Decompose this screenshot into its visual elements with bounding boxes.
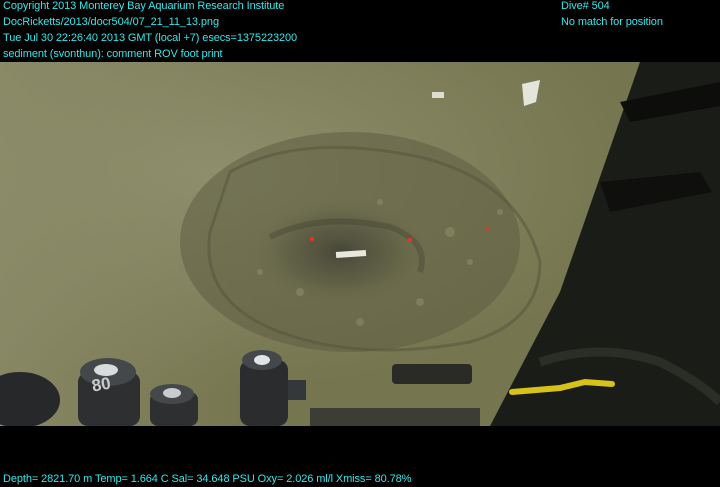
position-status: No match for position (561, 16, 663, 28)
dive-number: Dive# 504 (561, 0, 610, 12)
copyright-line: Copyright 2013 Monterey Bay Aquarium Res… (3, 0, 285, 12)
video-frame: Copyright 2013 Monterey Bay Aquarium Res… (0, 0, 720, 486)
filename-line: DocRicketts/2013/docr504/07_21_11_13.png (3, 16, 219, 28)
seafloor-scene: 80 (0, 62, 720, 426)
timestamp-line: Tue Jul 30 22:26:40 2013 GMT (local +7) … (3, 32, 298, 44)
annotation-line: sediment (svonthun): comment ROV foot pr… (3, 48, 223, 60)
white-flake-top (432, 92, 444, 98)
rov-bar (310, 408, 480, 426)
header-right: Dive# 504 No match for position (561, 0, 663, 30)
header-left: Copyright 2013 Monterey Bay Aquarium Res… (3, 0, 297, 62)
telemetry-footer: Depth= 2821.70 m Temp= 1.664 C Sal= 34.6… (3, 473, 412, 485)
camera-number-label: 80 (90, 374, 112, 396)
rov-handle (392, 364, 472, 384)
seafloor-image: 80 (0, 62, 720, 426)
